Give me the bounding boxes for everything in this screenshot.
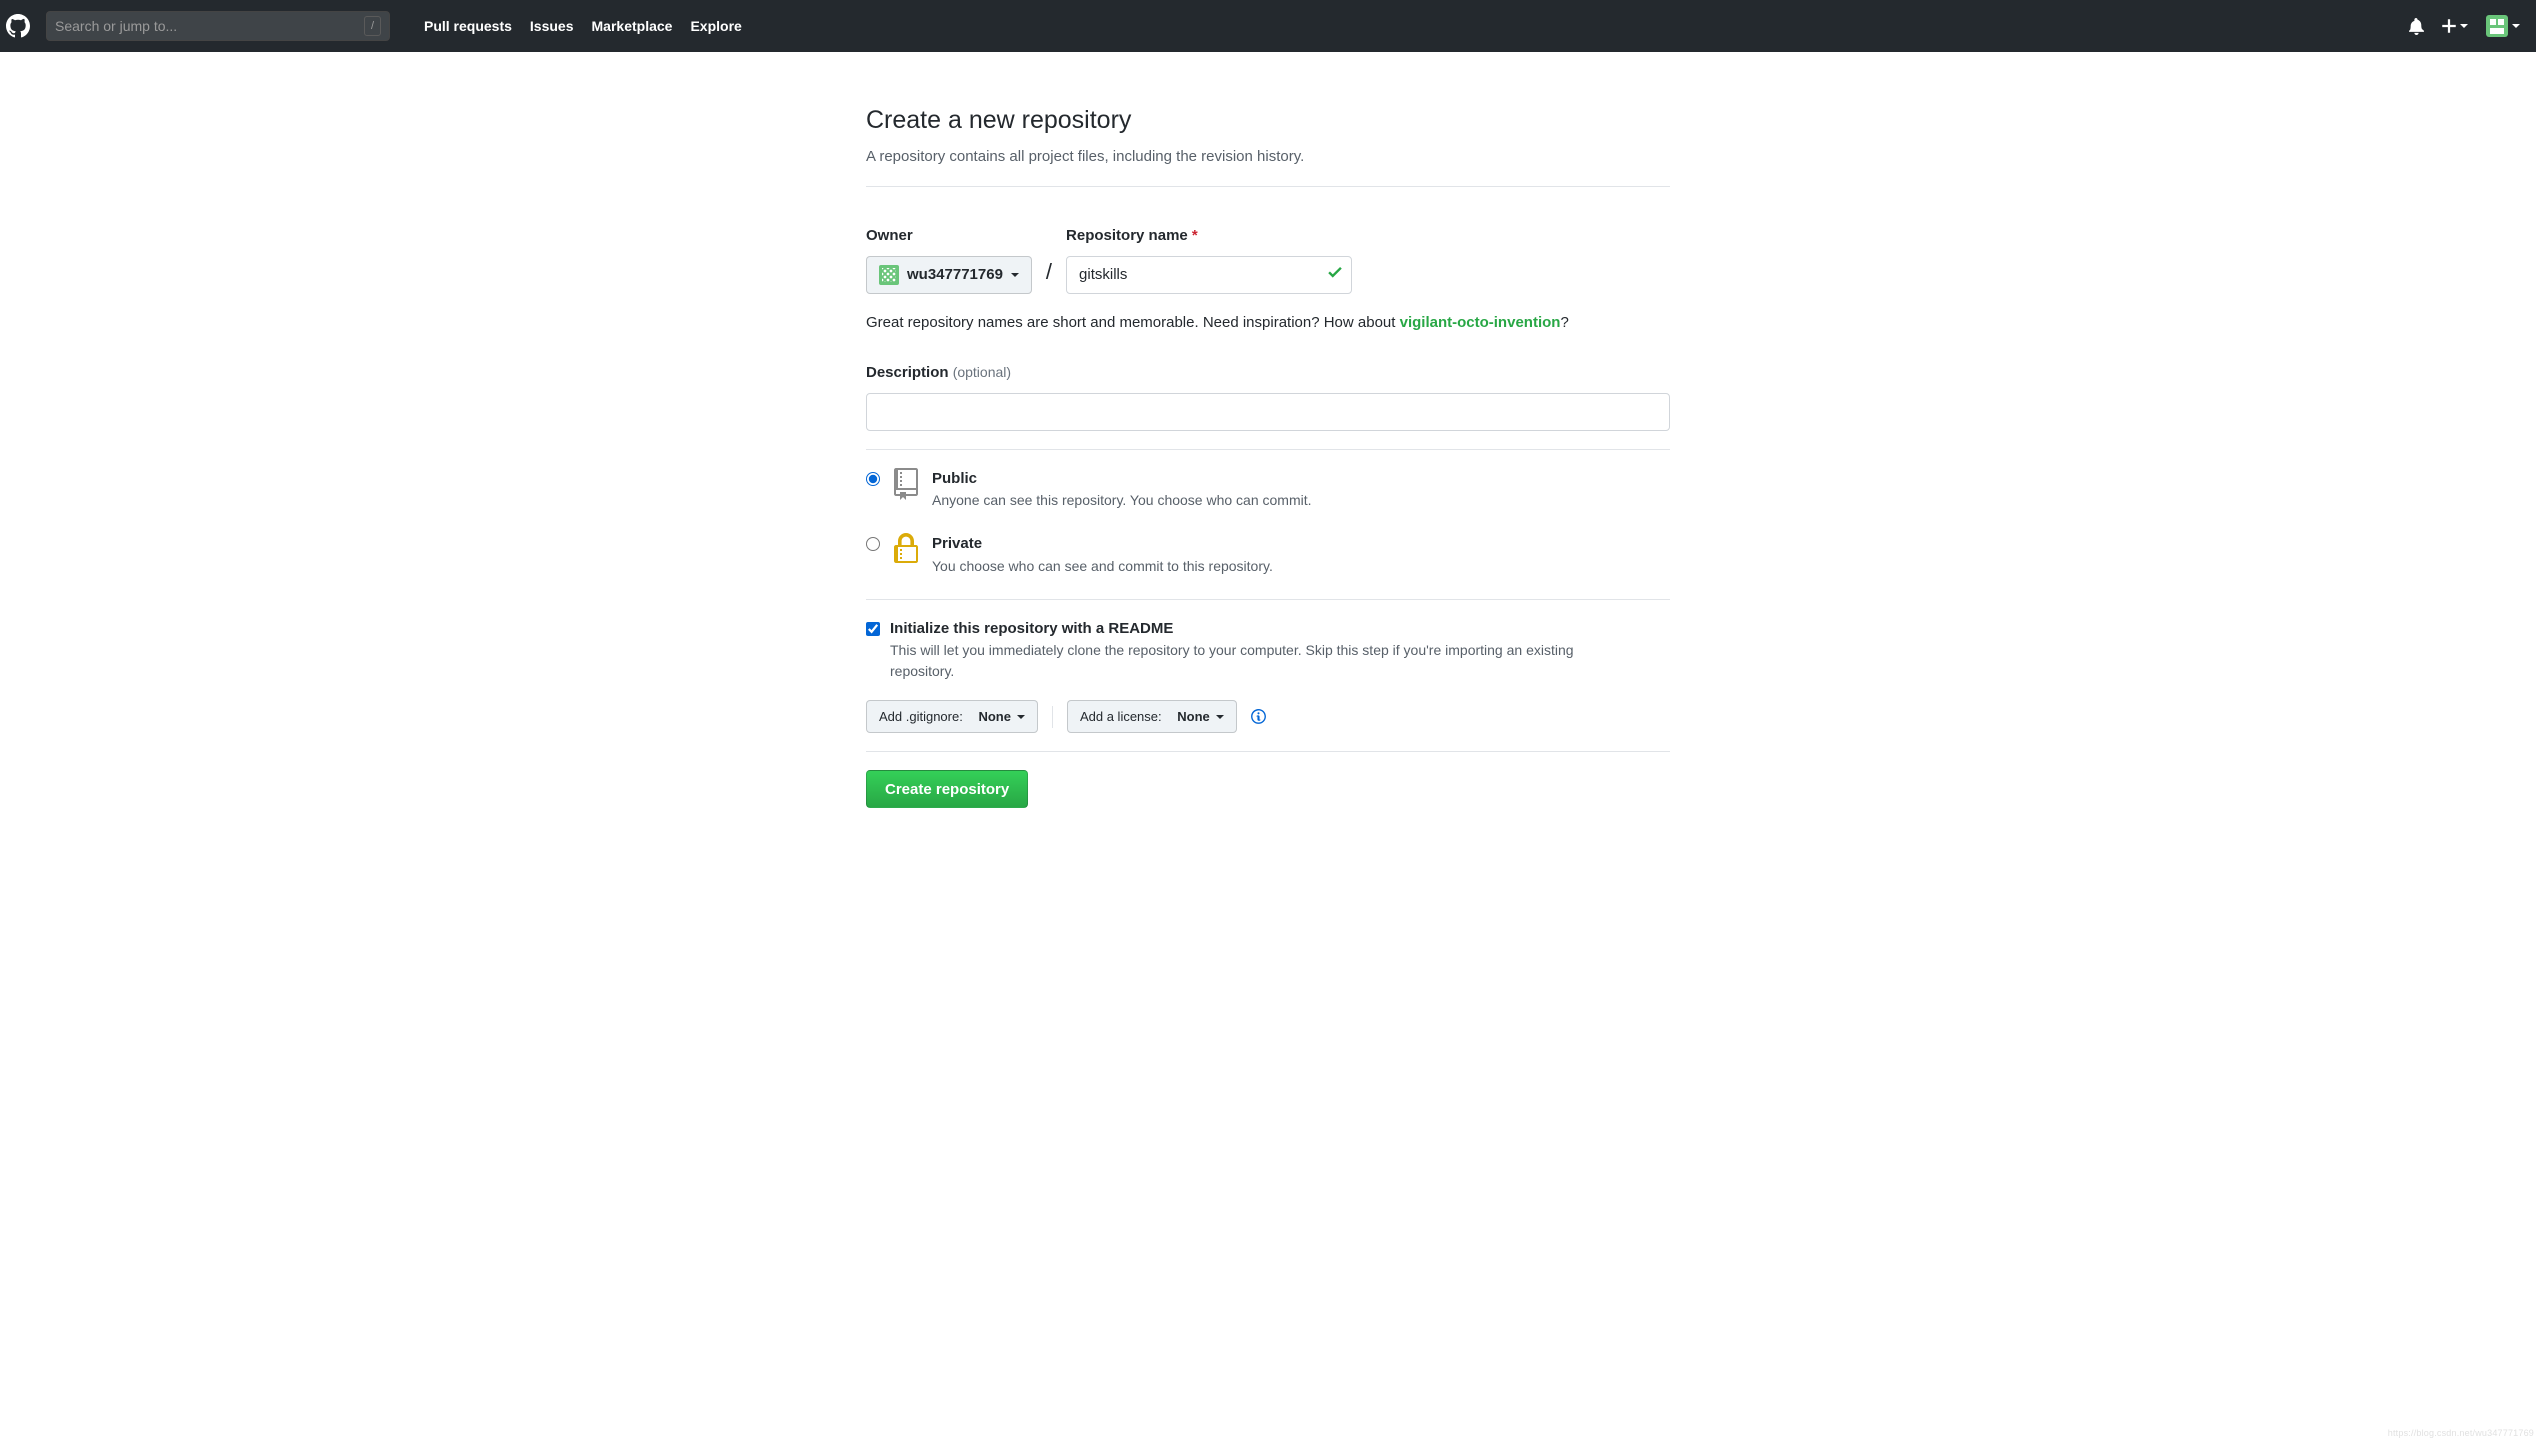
- repo-name-hint: Great repository names are short and mem…: [866, 312, 1670, 335]
- create-new-menu[interactable]: [2442, 17, 2468, 35]
- github-logo[interactable]: [0, 14, 30, 38]
- create-repository-button[interactable]: Create repository: [866, 770, 1028, 808]
- page-title: Create a new repository: [866, 102, 1670, 140]
- watermark: https://blog.csdn.net/wu347771769: [2388, 1427, 2534, 1441]
- caret-down-icon: [1017, 715, 1025, 719]
- search-input[interactable]: [55, 18, 364, 34]
- nav-pull-requests[interactable]: Pull requests: [424, 16, 512, 37]
- visibility-private-title: Private: [932, 533, 1273, 556]
- divider: [866, 599, 1670, 600]
- nav-marketplace[interactable]: Marketplace: [592, 16, 673, 37]
- gitignore-select[interactable]: Add .gitignore: None: [866, 700, 1038, 733]
- visibility-public-sub: Anyone can see this repository. You choo…: [932, 490, 1312, 511]
- init-readme-row: Initialize this repository with a README…: [866, 618, 1670, 683]
- init-readme-title: Initialize this repository with a README: [890, 618, 1610, 641]
- owner-repo-separator: /: [1044, 255, 1054, 288]
- caret-down-icon: [1216, 715, 1224, 719]
- init-readme-checkbox[interactable]: [866, 622, 880, 636]
- owner-select[interactable]: wu347771769: [866, 256, 1032, 294]
- global-header: / Pull requests Issues Marketplace Explo…: [0, 0, 2536, 52]
- license-info-button[interactable]: [1251, 708, 1266, 725]
- visibility-public-title: Public: [932, 468, 1312, 491]
- page-subtitle: A repository contains all project files,…: [866, 146, 1670, 169]
- caret-down-icon: [1011, 273, 1019, 277]
- repo-icon: [892, 468, 920, 500]
- user-avatar-icon: [2486, 15, 2508, 37]
- nav-issues[interactable]: Issues: [530, 16, 574, 37]
- license-select[interactable]: Add a license: None: [1067, 700, 1237, 733]
- info-icon: [1251, 708, 1266, 725]
- visibility-public-row: Public Anyone can see this repository. Y…: [866, 468, 1670, 512]
- visibility-private-row: Private You choose who can see and commi…: [866, 533, 1670, 577]
- description-input[interactable]: [866, 393, 1670, 431]
- nav-explore[interactable]: Explore: [690, 16, 741, 37]
- owner-name: wu347771769: [907, 266, 1003, 283]
- owner-label: Owner: [866, 225, 1032, 248]
- divider: [866, 751, 1670, 752]
- bell-icon: [2409, 18, 2424, 35]
- visibility-private-sub: You choose who can see and commit to thi…: [932, 556, 1273, 577]
- primary-nav: Pull requests Issues Marketplace Explore: [424, 16, 742, 37]
- valid-check-icon: [1328, 263, 1342, 287]
- header-user-actions: [2409, 15, 2520, 37]
- repo-name-input[interactable]: [1066, 256, 1352, 294]
- new-repo-form: Create a new repository A repository con…: [866, 52, 1670, 808]
- divider: [1052, 706, 1053, 728]
- caret-down-icon: [2512, 24, 2520, 28]
- repo-name-label: Repository name *: [1066, 225, 1352, 248]
- global-search[interactable]: /: [46, 11, 390, 41]
- init-readme-sub: This will let you immediately clone the …: [890, 640, 1610, 682]
- visibility-public-radio[interactable]: [866, 472, 880, 486]
- description-label: Description (optional): [866, 364, 1011, 381]
- notifications-button[interactable]: [2409, 18, 2424, 35]
- name-suggestion-link[interactable]: vigilant-octo-invention: [1400, 314, 1561, 331]
- lock-icon: [892, 533, 920, 565]
- caret-down-icon: [2460, 24, 2468, 28]
- user-menu[interactable]: [2486, 15, 2520, 37]
- mark-github-icon: [6, 14, 30, 38]
- divider: [866, 449, 1670, 450]
- plus-icon: [2442, 17, 2456, 35]
- visibility-private-radio[interactable]: [866, 537, 880, 551]
- owner-avatar-icon: [879, 265, 899, 285]
- slash-shortcut-hint: /: [364, 16, 381, 37]
- divider: [866, 186, 1670, 187]
